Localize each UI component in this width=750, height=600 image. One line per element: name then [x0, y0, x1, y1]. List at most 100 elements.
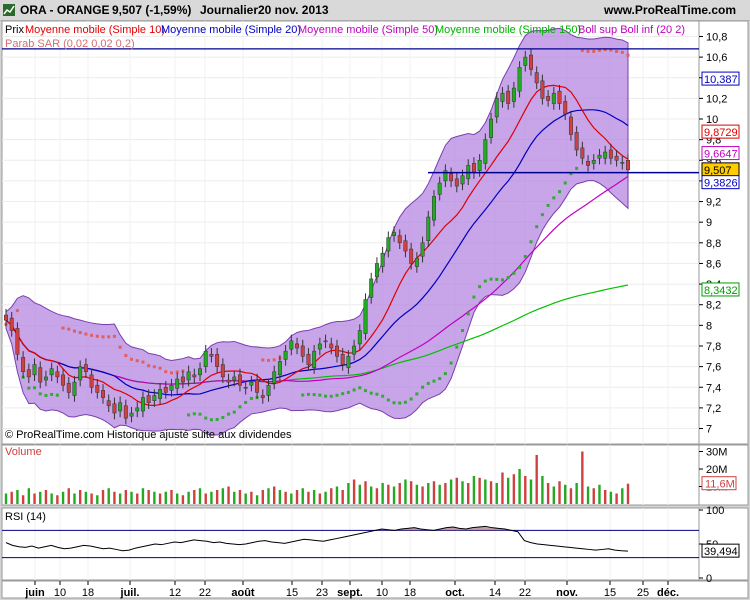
sar-dot: [483, 279, 487, 283]
sar-dot: [364, 389, 368, 393]
candle-body: [38, 367, 43, 383]
candle-body: [483, 139, 488, 164]
volume-bar: [501, 472, 504, 504]
volume-bar: [4, 493, 8, 504]
sar-dot: [27, 386, 31, 390]
sar-dot: [101, 335, 105, 339]
candle-body: [346, 356, 351, 368]
sar-dot: [118, 345, 122, 349]
volume-bar: [78, 490, 82, 504]
sar-dot: [318, 393, 322, 397]
candle-body: [529, 54, 533, 70]
candle-body: [500, 92, 505, 102]
volume-bar: [56, 495, 59, 504]
sar-dot: [72, 329, 76, 333]
volume-bar: [546, 483, 550, 504]
sar-dot: [358, 386, 362, 390]
price-tag-label: 10,387: [704, 74, 738, 86]
volume-bar: [375, 488, 379, 504]
candle-body: [523, 56, 528, 66]
candle-body: [112, 403, 117, 414]
volume-bar: [204, 493, 207, 504]
volume-bar: [84, 491, 88, 504]
sar-dot: [124, 354, 128, 358]
volume-bar: [478, 477, 481, 504]
volume-bar: [381, 483, 384, 504]
candle-body: [198, 368, 202, 376]
price-tick-label: 8,2: [706, 300, 721, 312]
volume-bar: [558, 481, 561, 504]
sar-dot: [392, 401, 396, 405]
candle-body: [106, 400, 111, 407]
date-tick-label: nov.: [556, 587, 578, 599]
sar-dot: [152, 365, 156, 369]
candle-body: [409, 248, 414, 264]
price-tag-label: 9,8729: [704, 127, 738, 139]
sar-dot: [215, 417, 219, 421]
volume-bar: [495, 483, 498, 504]
volume-bar: [409, 481, 413, 504]
volume-bar: [238, 490, 242, 504]
sar-dot: [261, 358, 265, 362]
sar-dot: [381, 394, 385, 398]
sar-dot: [301, 393, 305, 397]
price-chart-svg: 10,810,610,410,2109,89,69,49,298,88,68,4…: [1, 20, 749, 599]
sar-dot: [466, 312, 470, 316]
date-tick-label: juin: [24, 587, 45, 599]
candle-body: [118, 402, 123, 412]
date-tick-label: 10: [54, 587, 66, 599]
candle-body: [152, 395, 157, 401]
volume-bar: [398, 483, 401, 504]
volume-bar: [318, 493, 322, 504]
candle-body: [460, 175, 465, 185]
candle-body: [26, 369, 31, 378]
sar-dot: [135, 359, 139, 363]
volume-bar: [461, 481, 464, 504]
sar-dot: [107, 335, 111, 339]
date-tick-label: 22: [519, 587, 531, 599]
volume-bar: [541, 476, 544, 504]
candle-body: [66, 382, 71, 393]
date-tick-label: 22: [199, 587, 211, 599]
volume-bar: [210, 491, 213, 504]
legend-ma10: Moyenne mobile (Simple 10): [25, 24, 165, 36]
candle-body: [312, 350, 317, 368]
sar-dot: [33, 386, 37, 390]
volume-bar: [233, 491, 236, 504]
candle-body: [289, 340, 294, 350]
volume-bar: [187, 491, 190, 504]
candle-body: [226, 379, 231, 383]
sar-dot: [552, 196, 556, 200]
candle-body: [215, 353, 220, 367]
price-tick-label: 7: [706, 424, 712, 436]
volume-bar: [603, 490, 607, 504]
candle-body: [283, 350, 288, 360]
volume-bar: [198, 488, 202, 504]
price-tick-label: 7,6: [706, 362, 721, 374]
volume-bar: [392, 486, 396, 504]
volume-bar: [518, 469, 521, 504]
candle-body: [420, 242, 425, 257]
candle-body: [614, 155, 619, 161]
sar-dot: [432, 379, 436, 383]
sar-dot: [563, 181, 567, 185]
price-tag-label: 9,6647: [704, 149, 738, 161]
volume-bar: [267, 488, 270, 504]
volume-bar: [107, 488, 110, 504]
sar-dot: [540, 213, 544, 217]
volume-bar: [432, 481, 436, 504]
candle-body: [295, 343, 299, 349]
date-tick-label: 10: [376, 587, 388, 599]
sar-dot: [169, 371, 173, 375]
candle-body: [209, 353, 214, 357]
candle-body: [329, 343, 334, 349]
sar-dot: [147, 364, 151, 368]
candle-body: [123, 405, 128, 419]
volume-bar: [438, 484, 441, 504]
volume-bar: [130, 491, 133, 504]
volume-bar: [626, 483, 630, 504]
sar-dot: [329, 394, 333, 398]
sar-dot: [130, 357, 134, 361]
volume-bar: [592, 488, 595, 504]
volume-bar: [164, 491, 167, 504]
